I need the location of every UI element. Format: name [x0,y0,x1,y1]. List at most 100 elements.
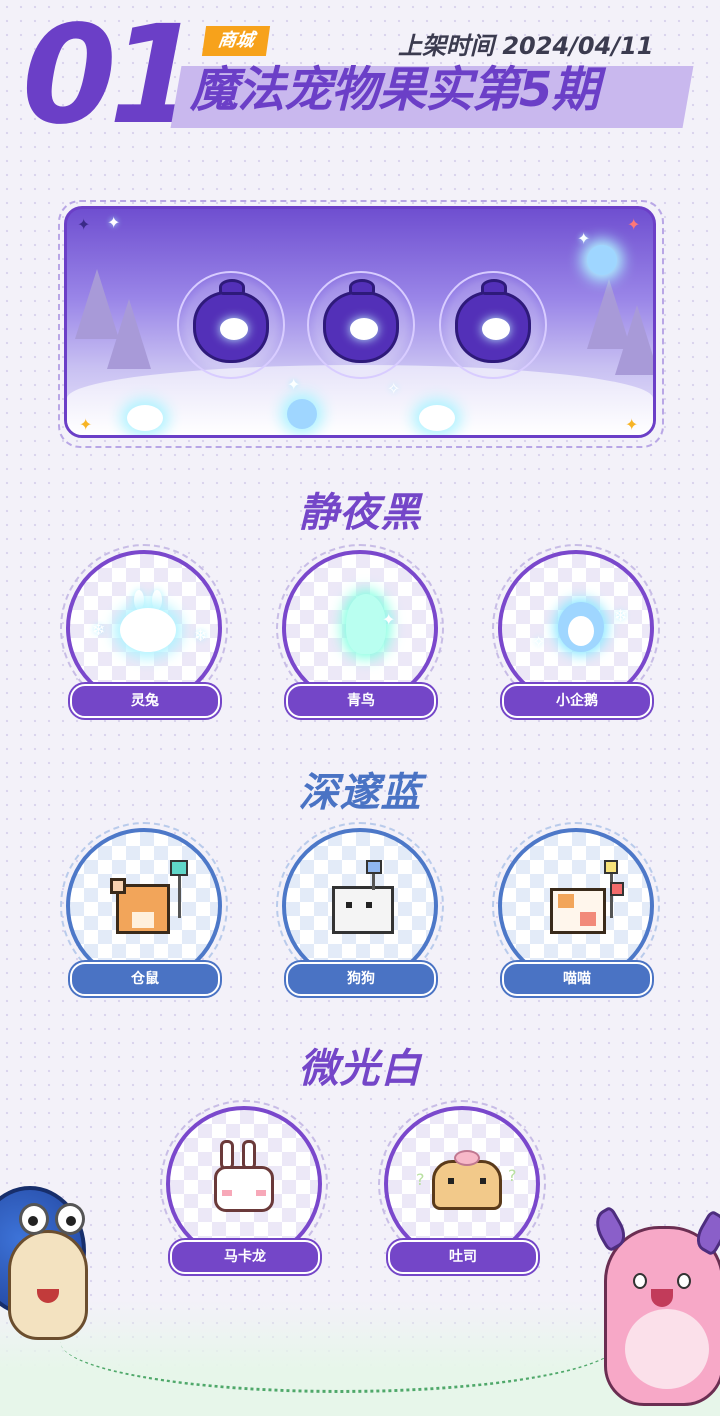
bag-knot [219,279,245,295]
pet-card-cat[interactable]: 喵喵 [492,822,662,1000]
flag-icon [366,860,382,874]
bow-icon [454,1150,480,1166]
pet-name-label: 吐司 [388,1240,538,1274]
section-title-glimmer-white: 微光白 [298,1046,422,1092]
glowing-penguin-icon [587,245,617,275]
snowflake-icon: ❄ [92,620,106,639]
eye [366,902,372,908]
eye [448,1178,454,1184]
rabbit-icon [482,318,510,340]
bag-icon [323,291,399,363]
pet-name-label: 马卡龙 [170,1240,320,1274]
sparkle-icon: ✦ [287,375,301,394]
page-title: 魔法宠物果实第5期 [190,62,599,118]
pet-name-label: 小企鹅 [502,684,652,718]
flag-icon [604,860,618,874]
pet-portrait: ? ? [384,1106,540,1262]
eye [19,1203,49,1235]
snail-mascot-icon [8,1203,88,1340]
fruit-bag-bunny [439,271,547,379]
snowflake-icon: ❄ [614,606,628,625]
bag-icon [455,291,531,363]
rabbit-icon [220,318,248,340]
ear [152,590,162,610]
pet-card-little-penguin[interactable]: ✧ ❄ 小企鹅 [492,544,662,722]
section-title-deep-blue: 深邃蓝 [298,770,422,816]
bag-icon [193,291,269,363]
pet-name-label: 仓鼠 [70,962,220,996]
question-mark-icon: ? [508,1166,517,1185]
star-icon: ✦ [627,215,641,234]
blush [222,1190,232,1196]
ear [134,590,144,610]
eye [480,1178,486,1184]
pet-portrait [166,1106,322,1262]
sparkle-icon: ✧ [387,379,401,398]
penguin-belly [568,616,594,646]
pet-card-dog[interactable]: 狗狗 [276,822,446,1000]
bag-knot [481,279,507,295]
release-label: 上架时间 [398,32,494,60]
fruit-bag-penguin [307,271,415,379]
pixel-dog-icon [332,886,394,934]
release-date-line: 上架时间 2024/04/11 [398,26,653,61]
question-mark-icon: ? [416,1170,425,1189]
mouth [651,1289,673,1307]
eye [55,1203,85,1235]
sparkle-icon: ✧ [532,632,546,651]
pet-portrait [498,828,654,984]
pet-card-hamster[interactable]: 仓鼠 [60,822,230,1000]
glowing-rabbit-icon [127,405,163,431]
penguin-icon [350,318,378,340]
bag-knot [349,279,375,295]
pet-card-blue-bird[interactable]: ✦ 青鸟 [276,544,446,722]
sparkle-icon: ✦ [107,213,121,232]
sparkle-icon: ✦ [382,610,396,629]
mouth [37,1289,59,1303]
pixel-bunny-icon [214,1166,274,1212]
category-tag: 商城 [201,26,271,56]
ear [110,878,126,894]
horn-icon [588,1205,632,1253]
flag-icon [170,860,188,876]
pixel-toast-icon [432,1160,502,1210]
pet-portrait: ✦ [282,550,438,706]
pet-portrait: ❄ ❄ [66,550,222,706]
hero-banner[interactable]: ✦ ✦ ✦ ✧ ✦ ✦ ✦ ✦ [64,206,656,438]
pet-card-macaron[interactable]: 马卡龙 [160,1100,330,1278]
pet-name-label: 青鸟 [286,684,436,718]
pet-name-label: 灵兔 [70,684,220,718]
release-date: 2024/04/11 [502,32,654,60]
snout [132,912,154,928]
glowing-rabbit-icon [419,405,455,431]
eye [633,1273,647,1289]
star-icon: ✦ [77,215,91,234]
glowing-rabbit-icon [120,608,176,652]
horn-icon [690,1209,720,1257]
tree-icon [107,299,151,369]
blush [256,1190,266,1196]
fruit-bag-rabbit [177,271,285,379]
glowing-bird-icon [346,594,386,654]
snowflake-icon: ❄ [194,626,208,645]
section-title-night: 静夜黑 [298,490,422,536]
pet-portrait [66,828,222,984]
pet-card-spirit-rabbit[interactable]: ❄ ❄ 灵兔 [60,544,230,722]
eye [346,902,352,908]
pet-portrait: ✧ ❄ [498,550,654,706]
pet-portrait [282,828,438,984]
dotted-path [60,1290,620,1393]
patch [580,912,596,926]
star-icon: ✦ [79,415,93,434]
eye [677,1273,691,1289]
pet-name-label: 狗狗 [286,962,436,996]
pink-monster-mascot-icon [588,1205,720,1406]
patch [558,894,574,908]
belly [625,1309,709,1389]
issue-number: 01 [22,0,203,155]
sparkle-icon: ✦ [577,229,591,248]
tree-icon [615,305,653,375]
glowing-penguin-icon [287,399,317,429]
pet-card-toast[interactable]: ? ? 吐司 [378,1100,548,1278]
flag-icon [610,882,624,896]
